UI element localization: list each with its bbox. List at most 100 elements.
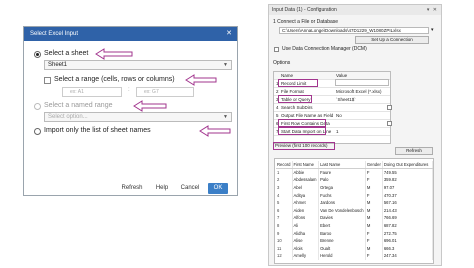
first-name-cell: Ali <box>292 221 320 230</box>
search-subdirs-checkbox[interactable] <box>387 105 392 110</box>
import-sheet-names-label: Import only the list of sheet names <box>44 127 151 134</box>
record-limit-input[interactable] <box>335 79 389 86</box>
window-title: Input Data (1) - Configuration <box>272 7 337 13</box>
folder-icon[interactable]: ▾ <box>431 27 434 33</box>
first-row-data-checkbox[interactable] <box>387 121 392 126</box>
preview-col-header: Gender <box>365 161 383 170</box>
select-sheet-label: Select a sheet <box>44 50 89 57</box>
option-value: 1 <box>336 129 339 134</box>
table-row: 6 Aiden Van De Vondelenbosch M 214.43 <box>276 206 434 215</box>
last-name-cell: Baroo <box>318 229 366 237</box>
window-controls-icon[interactable]: ▾ ✕ <box>427 5 438 15</box>
connect-label: 1 Connect a File or Database <box>273 19 339 25</box>
row-number: 7 <box>276 214 293 222</box>
window-titlebar: Input Data (1) - Configuration ▾ ✕ <box>269 5 441 15</box>
table-row: 4 Aditya Fuchs F 470.37 <box>276 191 434 199</box>
named-range-radio[interactable] <box>34 103 41 110</box>
gender-cell: M <box>365 244 383 253</box>
refresh-button[interactable]: Refresh <box>118 183 146 194</box>
first-name-cell: Alfons <box>292 214 320 222</box>
option-name: Search SubDirs <box>281 105 313 110</box>
last-name-cell: Ortega <box>318 183 366 192</box>
expenditure-cell: 97.07 <box>382 183 434 192</box>
annotation-arrow-icon <box>133 100 167 112</box>
table-row: 10 Alise Brenne F 696.01 <box>276 236 434 245</box>
first-name-cell: Aiden <box>292 206 320 215</box>
last-name-cell: Oualt <box>318 244 366 253</box>
option-index: 2 <box>276 89 279 94</box>
row-number: 2 <box>276 176 293 184</box>
row-number: 11 <box>276 244 293 253</box>
gender-cell: M <box>365 198 383 207</box>
highlight-first-row <box>278 119 326 127</box>
range-from-input[interactable]: ex: A1 <box>62 87 122 97</box>
option-value: Microsoft Excel (*.xlsx) <box>336 89 382 94</box>
expenditure-cell: 247.34 <box>382 252 434 260</box>
help-button[interactable]: Help <box>152 183 172 194</box>
gender-cell: F <box>365 229 383 237</box>
expenditure-cell: 687.82 <box>382 221 434 230</box>
range-from-placeholder: ex: A1 <box>70 89 84 95</box>
options-header-value: Value <box>336 73 348 78</box>
dialog-titlebar: Select Excel Input ✕ <box>24 27 237 41</box>
gender-cell: M <box>365 221 383 230</box>
first-name-cell: Abdessalam <box>292 176 320 184</box>
last-name-cell: Herold <box>318 252 366 260</box>
first-name-cell: Alois <box>292 244 320 253</box>
preview-col-header: First Name <box>292 161 320 170</box>
row-number: 10 <box>276 236 293 245</box>
gender-cell: F <box>365 252 383 260</box>
preview-table: Record First Name Last Name Gender Doing… <box>276 161 434 260</box>
sheet-select-value: Sheet1 <box>48 62 68 68</box>
last-name-cell: Brenne <box>318 236 366 245</box>
chevron-down-icon: ▼ <box>223 114 228 120</box>
table-row: 1 Abbie Faure F 749.55 <box>276 168 434 177</box>
expenditure-cell: 749.55 <box>382 168 434 177</box>
options-label: Options <box>273 60 291 66</box>
annotation-arrow-icon <box>199 125 231 137</box>
named-range-select[interactable]: Select option... ▼ <box>44 112 232 122</box>
row-number: 3 <box>276 183 293 192</box>
option-value: No <box>336 113 342 118</box>
row-number: 12 <box>276 252 293 260</box>
range-checkbox[interactable] <box>44 77 51 84</box>
option-row[interactable]: 4 Search SubDirs <box>274 104 390 112</box>
table-row: 3 Abel Ortega M 97.07 <box>276 183 434 192</box>
gender-cell: M <box>365 206 383 215</box>
last-name-cell: Palo <box>318 176 366 184</box>
table-row: 12 Amelly Herold F 247.34 <box>276 252 434 260</box>
last-name-cell: Davies <box>318 214 366 222</box>
select-excel-input-dialog: Select Excel Input ✕ Select a sheet Shee… <box>23 26 238 196</box>
close-icon[interactable]: ✕ <box>226 27 232 41</box>
named-range-label: Select a named range <box>44 102 113 109</box>
first-name-cell: Amelly <box>292 252 320 260</box>
row-number: 4 <box>276 191 293 199</box>
sheet-select[interactable]: Sheet1 ▼ <box>44 60 232 70</box>
preview-col-header: Record <box>276 161 293 170</box>
file-path-input[interactable]: C:\Users\AnnaLonge\Downloads\47D1229_W10… <box>279 27 429 34</box>
table-row: 11 Alois Oualt M 666.3 <box>276 244 434 253</box>
table-row: 2 Abdessalam Palo F 359.82 <box>276 176 434 184</box>
last-name-cell: Jardons <box>318 198 366 207</box>
set-up-connection-button[interactable]: Set Up a Connection <box>355 36 429 44</box>
highlight-table-query <box>278 95 312 103</box>
annotation-arrow-icon <box>185 74 217 86</box>
last-name-cell: Ebert <box>318 221 366 230</box>
ok-button[interactable]: OK <box>208 183 228 194</box>
preview-col-header: Doing Out Expenditures <box>382 161 434 170</box>
option-name: Output File Name as Field <box>281 113 334 118</box>
select-sheet-radio[interactable] <box>34 51 41 58</box>
cancel-button[interactable]: Cancel <box>177 183 203 194</box>
gender-cell: F <box>365 191 383 199</box>
row-number: 9 <box>276 229 293 237</box>
expenditure-cell: 567.16 <box>382 198 434 207</box>
row-number: 8 <box>276 221 293 230</box>
range-to-input[interactable]: ex: G7 <box>136 87 194 97</box>
expenditure-cell: 766.69 <box>382 214 434 222</box>
row-number: 6 <box>276 206 293 215</box>
use-dcm-checkbox[interactable] <box>274 47 279 52</box>
import-sheet-names-radio[interactable] <box>34 128 41 135</box>
gender-cell: M <box>365 214 383 222</box>
table-row: 7 Alfons Davies M 766.69 <box>276 214 434 222</box>
preview-refresh-button[interactable]: Refresh <box>395 147 433 155</box>
